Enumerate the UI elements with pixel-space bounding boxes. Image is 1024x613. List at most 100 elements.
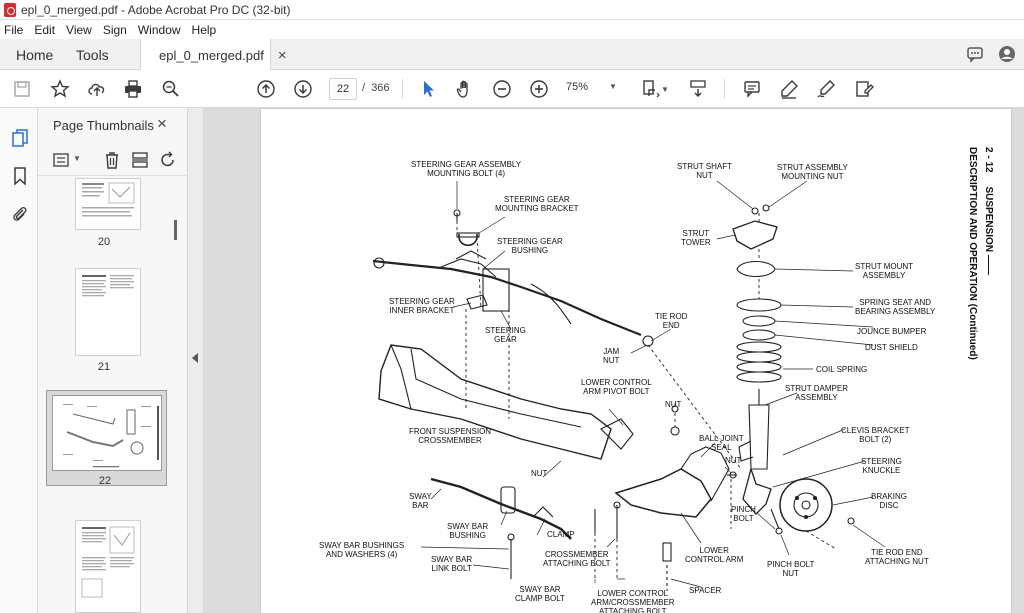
label-steering-gear: STEERING GEAR: [485, 326, 526, 344]
thumbnail-options-caret-icon[interactable]: ▼: [73, 154, 81, 163]
pdf-app-icon: [4, 2, 16, 17]
label-tie-rod-end: TIE ROD END: [655, 312, 688, 330]
label-steering-gear-mount-bracket: STEERING GEAR MOUNTING BRACKET: [495, 195, 579, 213]
bookmark-icon[interactable]: [10, 166, 30, 186]
tab-document-label: epl_0_merged.pdf: [159, 47, 264, 63]
star-icon[interactable]: [49, 78, 71, 100]
menu-bar: File Edit View Sign Window Help: [0, 20, 1024, 39]
thumbnail-page-21[interactable]: [75, 268, 141, 356]
thumbnail-page-20[interactable]: [75, 178, 141, 230]
thumbnail-page-22-selected[interactable]: 22: [46, 390, 167, 487]
thumbnail-page-20-preview: [82, 182, 135, 217]
label-strut-mount-assembly: STRUT MOUNT ASSEMBLY: [855, 262, 914, 280]
tab-tools[interactable]: Tools: [76, 39, 109, 70]
label-steering-gear-inner-bracket: STEERING GEAR INNER BRACKET: [389, 297, 455, 315]
page-fit-caret-icon[interactable]: ▼: [660, 78, 670, 100]
comment-icon[interactable]: [966, 45, 984, 63]
label-nut-top: NUT: [665, 400, 682, 409]
thumbnail-label: 21: [97, 361, 111, 373]
label-lower-control-arm: LOWER CONTROL ARM: [685, 546, 744, 564]
add-comment-icon[interactable]: [741, 78, 763, 100]
label-sway-bar-link-bolt: SWAY BAR LINK BOLT: [431, 555, 473, 573]
scroll-mode-icon[interactable]: [687, 78, 709, 100]
label-pinch-bolt: PINCH BOLT: [731, 505, 756, 523]
page-separator: /: [362, 82, 366, 94]
rotate-page-icon[interactable]: [158, 150, 178, 170]
thumbnail-label: 22: [98, 475, 112, 487]
label-braking-disc: BRAKING DISC: [871, 492, 908, 510]
thumbnail-page-23-preview: [81, 526, 135, 598]
suspension-exploded-diagram: [372, 180, 886, 591]
menu-file[interactable]: File: [4, 23, 23, 37]
thumbnail-scrollbar-thumb[interactable]: [174, 220, 177, 240]
page-fit-icon[interactable]: [640, 78, 662, 100]
page-number-label: 2 - 12: [983, 147, 994, 173]
tab-bar: Home Tools epl_0_merged.pdf ×: [0, 39, 1024, 71]
save-icon[interactable]: [11, 78, 33, 100]
collapse-panel-arrow-icon[interactable]: [192, 353, 198, 363]
thumbnail-scrollbar[interactable]: [172, 186, 180, 606]
page-thumbnails-icon[interactable]: [10, 128, 30, 148]
label-coil-spring: COIL SPRING: [816, 365, 868, 374]
label-sway-bar-bushings-washers: SWAY BAR BUSHINGS AND WASHERS (4): [319, 541, 405, 559]
zoom-in-icon[interactable]: [528, 78, 550, 100]
panel-close-icon[interactable]: ×: [157, 114, 167, 134]
label-lower-control-arm-pivot-bolt: LOWER CONTROL ARM PIVOT BOLT: [581, 378, 652, 396]
panel-splitter[interactable]: [188, 108, 204, 613]
zoom-out-icon[interactable]: [491, 78, 513, 100]
print-icon[interactable]: [122, 78, 144, 100]
page-subtitle: DESCRIPTION AND OPERATION (Continued): [967, 147, 978, 360]
find-zoom-icon[interactable]: [160, 78, 182, 100]
label-sway-bar-bushing: SWAY BAR BUSHING: [447, 522, 489, 540]
page-number-input[interactable]: 22: [329, 78, 357, 100]
label-strut-shaft-nut: STRUT SHAFT NUT: [677, 162, 732, 180]
zoom-level-dropdown[interactable]: 75%: [566, 81, 588, 93]
panel-toolbar: ▼: [38, 146, 188, 176]
document-canvas[interactable]: 2 - 12 SUSPENSION —— DESCRIPTION AND OPE…: [204, 108, 1024, 613]
hand-tool-icon[interactable]: [454, 78, 476, 100]
label-strut-tower: STRUT TOWER: [681, 229, 711, 247]
thumbnail-list[interactable]: 20 21 22: [38, 178, 170, 613]
fill-sign-icon[interactable]: [853, 78, 875, 100]
label-sway-bar: SWAY BAR: [409, 492, 432, 510]
label-steering-gear-bushing: STEERING GEAR BUSHING: [497, 237, 563, 255]
tab-close-icon[interactable]: ×: [278, 47, 287, 64]
page-thumbnails-panel: Page Thumbnails × ▼ 20 21 22: [38, 108, 188, 613]
label-spacer: SPACER: [689, 586, 722, 595]
highlight-pen-icon[interactable]: [778, 78, 800, 100]
menu-help[interactable]: Help: [192, 23, 217, 37]
label-ball-joint-seal: BALL JOINT SEAL: [699, 434, 744, 452]
window-titlebar: epl_0_merged.pdf - Adobe Acrobat Pro DC …: [0, 0, 1024, 20]
menu-sign[interactable]: Sign: [103, 23, 127, 37]
label-strut-assembly-mount-nut: STRUT ASSEMBLY MOUNTING NUT: [777, 163, 848, 181]
label-steering-gear-mount-bolt: STEERING GEAR ASSEMBLY MOUNTING BOLT (4): [411, 160, 522, 178]
window-title: epl_0_merged.pdf - Adobe Acrobat Pro DC …: [21, 2, 291, 17]
account-icon[interactable]: [998, 45, 1016, 63]
thumbnail-page-21-preview: [82, 275, 134, 297]
zoom-caret-icon[interactable]: ▼: [609, 82, 617, 91]
upload-cloud-icon[interactable]: [86, 78, 108, 100]
insert-page-icon[interactable]: [130, 150, 150, 170]
thumbnail-options-icon[interactable]: [52, 150, 72, 170]
label-clevis-bracket-bolt: CLEVIS BRACKET BOLT (2): [841, 426, 910, 444]
select-cursor-icon[interactable]: [418, 78, 440, 100]
attachment-icon[interactable]: [10, 204, 30, 224]
label-nut-left: NUT: [531, 469, 548, 478]
label-strut-damper: STRUT DAMPER ASSEMBLY: [785, 384, 848, 402]
label-dust-shield: DUST SHIELD: [865, 343, 918, 352]
draw-signature-icon[interactable]: [815, 78, 837, 100]
page-down-icon[interactable]: [292, 78, 314, 100]
tab-document[interactable]: epl_0_merged.pdf ×: [140, 39, 287, 71]
menu-view[interactable]: View: [66, 23, 92, 37]
page-up-icon[interactable]: [255, 78, 277, 100]
delete-page-icon[interactable]: [102, 150, 122, 170]
label-front-suspension-crossmember: FRONT SUSPENSION CROSSMEMBER: [409, 427, 492, 445]
label-spring-seat: SPRING SEAT AND BEARING ASSEMBLY: [855, 298, 936, 316]
tab-home[interactable]: Home: [16, 39, 53, 70]
pdf-page: 2 - 12 SUSPENSION —— DESCRIPTION AND OPE…: [261, 109, 1011, 613]
label-steering-knuckle: STEERING KNUCKLE: [861, 457, 902, 475]
label-tie-rod-end-attaching-nut: TIE ROD END ATTACHING NUT: [865, 548, 929, 566]
thumbnail-page-23[interactable]: [75, 520, 141, 613]
menu-window[interactable]: Window: [138, 23, 181, 37]
menu-edit[interactable]: Edit: [34, 23, 55, 37]
